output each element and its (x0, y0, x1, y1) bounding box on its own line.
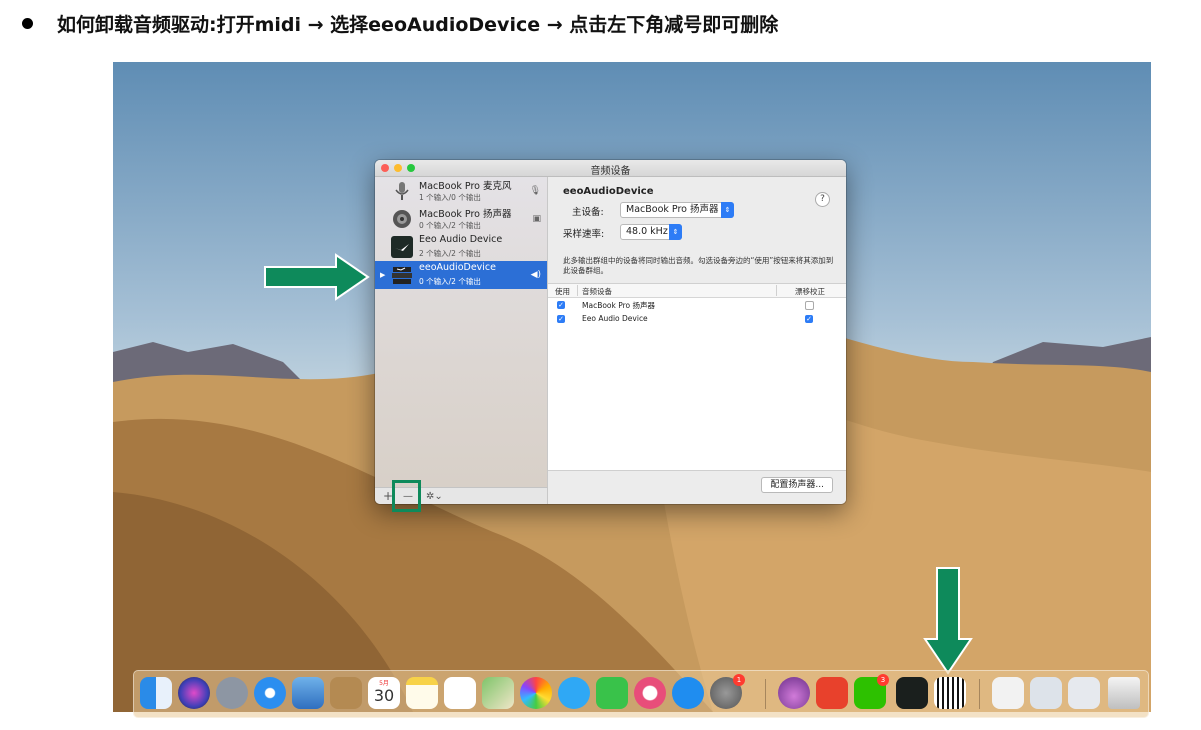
photos-icon[interactable] (520, 677, 552, 709)
device-item-speaker[interactable]: MacBook Pro 扬声器 0 个输入/2 个输出 ▣ (375, 205, 547, 233)
audio-devices-window: 音频设备 MacBook Pro 麦克风 1 个输入/0 个输出 🎙 MacBo… (375, 160, 846, 504)
midi-keyboard-icon[interactable] (934, 677, 966, 709)
siri-icon[interactable] (178, 677, 210, 709)
master-device-select[interactable]: MacBook Pro 扬声器 ⇕ (620, 202, 734, 218)
finder-icon[interactable] (140, 677, 172, 709)
eeo-bird-icon (391, 236, 413, 258)
device-io: 1 个输入/0 个输出 (419, 193, 481, 202)
device-item-eeoaudiodevice[interactable]: ▶ eeoAudioDevice 0 个输入/2 个输出 ◀) (375, 261, 547, 289)
system-preferences-icon[interactable]: 1 (710, 674, 745, 709)
trash-icon[interactable] (1108, 677, 1140, 709)
window-titlebar: 音频设备 (375, 160, 846, 177)
disclosure-triangle-icon[interactable]: ▶ (380, 271, 385, 279)
table-row: ✓ MacBook Pro 扬声器 (548, 299, 846, 312)
row-device: Eeo Audio Device (582, 314, 648, 323)
instruction-line: 如何卸载音频驱动:打开midi → 选择eeoAudioDevice → 点击左… (22, 10, 778, 37)
messages-icon[interactable] (558, 677, 590, 709)
reminders-icon[interactable] (444, 677, 476, 709)
finder-window-icon[interactable] (1030, 677, 1062, 709)
presentation-app-icon[interactable] (816, 677, 848, 709)
window-title: 音频设备 (590, 166, 631, 177)
chevron-updown-icon: ⇕ (669, 224, 682, 240)
notification-badge: 3 (877, 674, 889, 686)
aggregate-device-icon (392, 267, 412, 284)
speaker-icon (393, 210, 411, 228)
eeo-app-icon[interactable] (896, 677, 928, 709)
device-table: 使用 音频设备 漂移校正 ✓ MacBook Pro 扬声器 ✓ Eeo Aud… (548, 283, 846, 471)
drift-checkbox[interactable]: ✓ (805, 315, 813, 323)
configure-speakers-button[interactable]: 配置扬声器... (761, 477, 833, 493)
device-io: 0 个输入/2 个输出 (419, 277, 481, 286)
instruction-text: 如何卸载音频驱动:打开midi → 选择eeoAudioDevice → 点击左… (57, 14, 779, 36)
device-name: Eeo Audio Device (419, 234, 503, 245)
drift-checkbox[interactable] (805, 301, 814, 310)
dock: 5月 30 1 3 (133, 670, 1149, 718)
calendar-day: 30 (373, 686, 395, 705)
calendar-icon[interactable]: 5月 30 (368, 677, 400, 709)
facetime-icon[interactable] (596, 677, 628, 709)
detail-device-name: eeoAudioDevice (563, 186, 654, 197)
input-indicator-icon: 🎙 (529, 186, 541, 196)
sample-rate-label: 采样速率: (563, 229, 605, 240)
device-item-eeo[interactable]: Eeo Audio Device 2 个输入/2 个输出 (375, 233, 547, 261)
remove-button-highlight (392, 480, 421, 512)
green-arrow-right-icon (264, 253, 370, 301)
table-row: ✓ Eeo Audio Device ✓ (548, 313, 846, 326)
use-checkbox[interactable]: ✓ (557, 315, 565, 323)
device-name: MacBook Pro 扬声器 (419, 209, 512, 220)
help-button[interactable]: ? (815, 192, 830, 207)
table-header: 使用 音频设备 漂移校正 (548, 284, 846, 298)
contacts-icon[interactable] (330, 677, 362, 709)
itunes-icon[interactable] (634, 677, 666, 709)
volume-icon: ◀) (530, 270, 541, 280)
notification-badge: 1 (733, 674, 745, 686)
maps-icon[interactable] (482, 677, 514, 709)
master-device-value: MacBook Pro 扬声器 (626, 204, 719, 215)
device-name: eeoAudioDevice (419, 262, 496, 273)
use-checkbox[interactable]: ✓ (557, 301, 565, 309)
device-name: MacBook Pro 麦克风 (419, 181, 512, 192)
col-device: 音频设备 (582, 287, 612, 296)
wechat-icon[interactable]: 3 (854, 674, 889, 709)
col-use: 使用 (555, 287, 570, 296)
device-io: 2 个输入/2 个输出 (419, 249, 481, 258)
microphone-icon (395, 182, 409, 200)
launchpad-icon[interactable] (216, 677, 248, 709)
desktop-screenshot: 音频设备 MacBook Pro 麦克风 1 个输入/0 个输出 🎙 MacBo… (113, 62, 1151, 712)
device-item-mic[interactable]: MacBook Pro 麦克风 1 个输入/0 个输出 🎙 (375, 177, 547, 205)
green-arrow-down-icon (923, 567, 973, 675)
gear-icon[interactable]: ✲⌄ (426, 488, 443, 504)
master-device-label: 主设备: (572, 207, 604, 218)
install-app-icon[interactable] (778, 677, 810, 709)
device-detail-pane: eeoAudioDevice ? 主设备: MacBook Pro 扬声器 ⇕ … (548, 177, 846, 504)
bullet-icon (22, 18, 33, 29)
device-io: 0 个输入/2 个输出 (419, 221, 481, 230)
row-device: MacBook Pro 扬声器 (582, 301, 656, 310)
chevron-updown-icon: ⇕ (721, 202, 734, 218)
col-drift: 漂移校正 (795, 287, 825, 296)
notes-icon[interactable] (406, 677, 438, 709)
sample-rate-select[interactable]: 48.0 kHz ⇕ (620, 224, 682, 240)
sample-rate-value: 48.0 kHz (626, 226, 668, 237)
safari-icon[interactable] (254, 677, 286, 709)
screenshot-icon[interactable] (1068, 677, 1100, 709)
app-store-icon[interactable] (672, 677, 704, 709)
output-indicator-icon: ▣ (532, 214, 541, 224)
document-icon[interactable] (992, 677, 1024, 709)
group-description: 此多输出群组中的设备将同时输出音频。勾选设备旁边的“使用”按钮来将其添加到此设备… (563, 256, 834, 275)
mail-icon[interactable] (292, 677, 324, 709)
dock-separator (979, 679, 980, 709)
device-list: MacBook Pro 麦克风 1 个输入/0 个输出 🎙 MacBook Pr… (375, 177, 548, 487)
dock-separator (765, 679, 766, 709)
